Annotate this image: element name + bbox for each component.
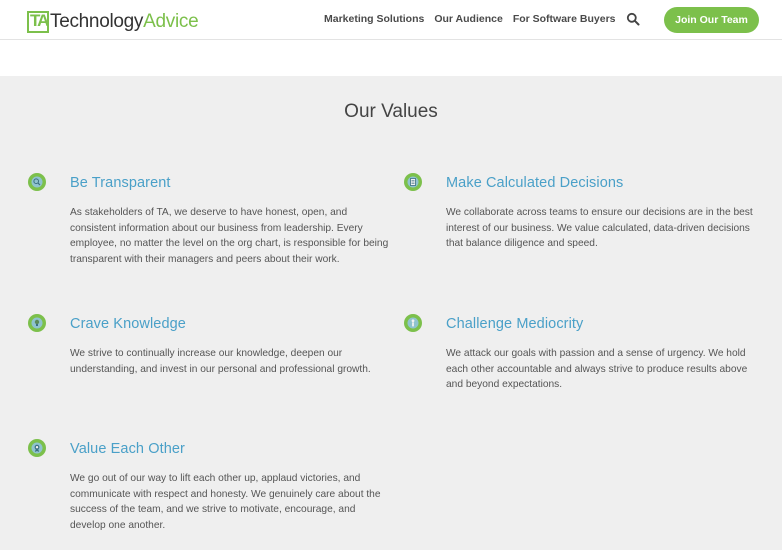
lightbulb-icon bbox=[28, 314, 46, 332]
value-be-transparent: Be Transparent As stakeholders of TA, we… bbox=[28, 173, 390, 267]
logo-word-advice: Advice bbox=[143, 11, 199, 32]
person-icon bbox=[404, 314, 422, 332]
value-description: We strive to continually increase our kn… bbox=[70, 348, 371, 375]
magnifier-icon bbox=[28, 173, 46, 191]
main-nav: Marketing Solutions Our Audience For Sof… bbox=[324, 13, 616, 25]
value-title: Make Calculated Decisions bbox=[446, 175, 624, 191]
value-description: We go out of our way to lift each other … bbox=[70, 473, 381, 531]
nav-marketing-solutions[interactable]: Marketing Solutions bbox=[324, 13, 424, 25]
value-title: Be Transparent bbox=[70, 175, 171, 191]
value-value-each-other: Value Each Other We go out of our way to… bbox=[28, 439, 390, 533]
technologyadvice-logo[interactable]: TA TechnologyAdvice bbox=[27, 7, 199, 33]
logo-wordmark: TechnologyAdvice bbox=[50, 11, 199, 33]
our-values-section: Our Values Be Transparent As stakeholder… bbox=[0, 76, 782, 550]
value-title: Value Each Other bbox=[70, 441, 185, 457]
value-description: We collaborate across teams to ensure ou… bbox=[446, 207, 753, 249]
value-make-calculated-decisions: Make Calculated Decisions We collaborate… bbox=[404, 173, 761, 252]
join-our-team-button[interactable]: Join Our Team bbox=[664, 7, 759, 33]
clipboard-icon bbox=[404, 173, 422, 191]
value-title: Challenge Mediocrity bbox=[446, 316, 584, 332]
nav-our-audience[interactable]: Our Audience bbox=[434, 13, 502, 25]
site-header: TA TechnologyAdvice Marketing Solutions … bbox=[0, 0, 782, 40]
logo-mark-text: TA bbox=[30, 11, 49, 30]
ta-logo-mark: TA bbox=[27, 11, 49, 33]
search-icon[interactable] bbox=[626, 12, 640, 26]
section-title: Our Values bbox=[344, 101, 438, 122]
value-title: Crave Knowledge bbox=[70, 316, 186, 332]
award-icon bbox=[28, 439, 46, 457]
value-challenge-mediocrity: Challenge Mediocrity We attack our goals… bbox=[404, 314, 761, 393]
nav-for-software-buyers[interactable]: For Software Buyers bbox=[513, 13, 616, 25]
logo-word-technology: Technology bbox=[50, 11, 144, 32]
value-description: As stakeholders of TA, we deserve to hav… bbox=[70, 207, 389, 265]
value-description: We attack our goals with passion and a s… bbox=[446, 348, 748, 390]
value-crave-knowledge: Crave Knowledge We strive to continually… bbox=[28, 314, 390, 377]
